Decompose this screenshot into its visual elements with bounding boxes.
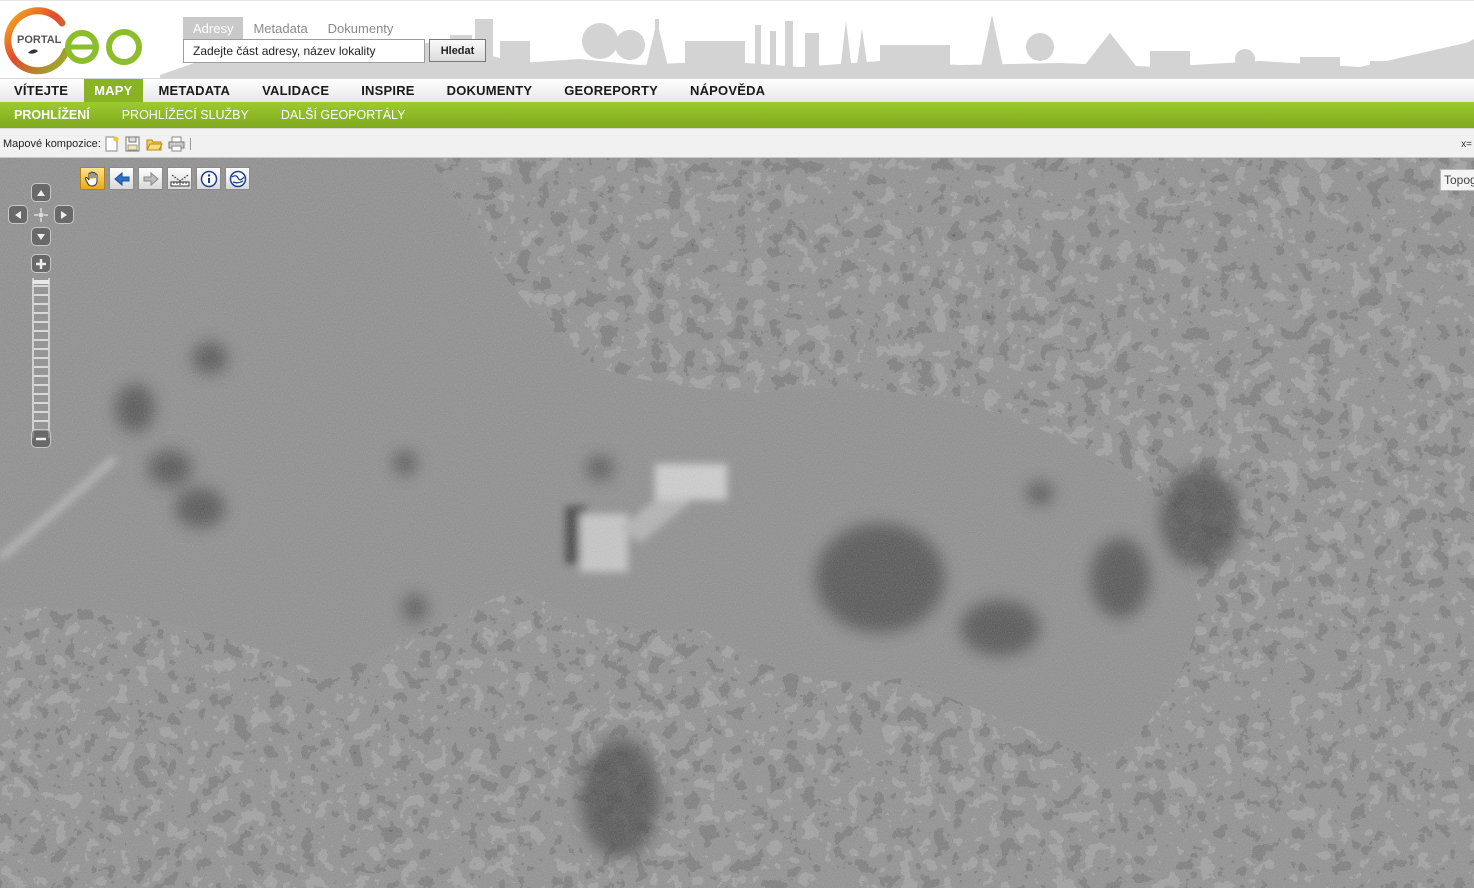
globe-icon[interactable] bbox=[225, 167, 250, 190]
map-toolbar bbox=[80, 167, 250, 190]
nav-item-metadata[interactable]: METADATA bbox=[143, 79, 247, 102]
main-nav: VÍTEJTE MAPY METADATA VALIDACE INSPIRE D… bbox=[0, 78, 1474, 102]
nav-item-vitejte[interactable]: VÍTEJTE bbox=[0, 79, 84, 102]
nav-item-napoveda[interactable]: NÁPOVĚDA bbox=[674, 79, 781, 102]
logo-portal-text: PORTAL bbox=[17, 34, 62, 46]
nav-item-dokumenty[interactable]: DOKUMENTY bbox=[431, 79, 549, 102]
forward-arrow-icon[interactable] bbox=[138, 167, 163, 190]
zoom-in-button[interactable] bbox=[31, 254, 51, 273]
info-icon[interactable] bbox=[196, 167, 221, 190]
aerial-orthophoto bbox=[0, 158, 1474, 888]
sub-item-dalsi-geoportaly[interactable]: DALŠÍ GEOPORTÁLY bbox=[265, 102, 422, 128]
sub-item-prohlizeni[interactable]: PROHLÍŽENÍ bbox=[0, 102, 106, 128]
save-composition-icon[interactable] bbox=[124, 136, 141, 152]
nav-item-validace[interactable]: VALIDACE bbox=[246, 79, 345, 102]
coordinate-readout: x= bbox=[1461, 139, 1472, 150]
toolbar-separator bbox=[190, 138, 191, 150]
back-arrow-icon[interactable] bbox=[109, 167, 134, 190]
search-input[interactable] bbox=[183, 39, 425, 63]
pan-left-button[interactable] bbox=[8, 205, 28, 224]
nav-item-georeporty[interactable]: GEOREPORTY bbox=[548, 79, 674, 102]
tab-dokumenty[interactable]: Dokumenty bbox=[318, 17, 404, 39]
layer-switcher-button[interactable]: Topog bbox=[1440, 169, 1474, 191]
pan-hand-icon[interactable] bbox=[80, 167, 105, 190]
zoom-slider[interactable] bbox=[32, 278, 50, 438]
search-tabs: Adresy Metadata Dokumenty bbox=[183, 17, 403, 39]
pan-up-button[interactable] bbox=[31, 183, 51, 202]
print-icon[interactable] bbox=[168, 136, 185, 152]
zoom-out-button[interactable] bbox=[31, 429, 51, 448]
geoportal-logo[interactable]: PORTAL bbox=[0, 5, 150, 77]
measure-ruler-icon[interactable] bbox=[167, 167, 192, 190]
zoom-slider-handle[interactable] bbox=[33, 280, 49, 284]
tab-metadata[interactable]: Metadata bbox=[243, 17, 317, 39]
pan-center-button[interactable] bbox=[31, 205, 51, 224]
sub-item-prohlizeci-sluzby[interactable]: PROHLÍŽECÍ SLUŽBY bbox=[106, 102, 265, 128]
pan-right-button[interactable] bbox=[54, 205, 74, 224]
composition-label: Mapové kompozice: bbox=[3, 138, 101, 150]
new-composition-icon[interactable] bbox=[103, 136, 120, 152]
nav-item-mapy[interactable]: MAPY bbox=[84, 79, 143, 102]
composition-toolbar: Mapové kompozice: x= bbox=[0, 128, 1474, 158]
sub-nav: PROHLÍŽENÍ PROHLÍŽECÍ SLUŽBY DALŠÍ GEOPO… bbox=[0, 102, 1474, 128]
tab-adresy[interactable]: Adresy bbox=[183, 17, 244, 39]
header: PORTAL Adresy Metadata Dokumenty Zadejte… bbox=[0, 0, 1474, 78]
search-button[interactable]: Hledat bbox=[429, 39, 486, 62]
pan-down-button[interactable] bbox=[31, 227, 51, 246]
nav-item-inspire[interactable]: INSPIRE bbox=[345, 79, 430, 102]
map-viewport[interactable]: Topog bbox=[0, 158, 1474, 888]
open-composition-icon[interactable] bbox=[146, 136, 163, 152]
